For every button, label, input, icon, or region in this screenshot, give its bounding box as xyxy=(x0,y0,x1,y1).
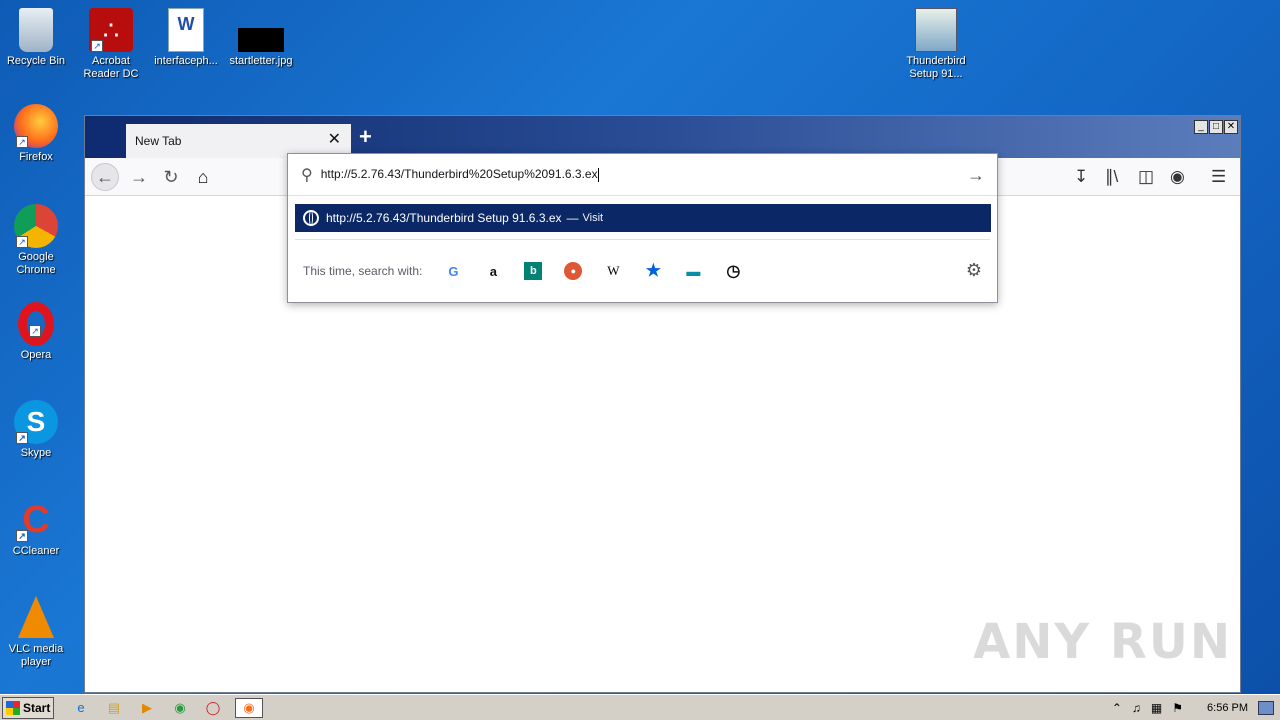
new-tab-button[interactable]: + xyxy=(359,126,372,148)
system-tray: ⌃ ♫ ▦ ⚑ 6:56 PM xyxy=(1112,695,1280,720)
forward-button[interactable]: → xyxy=(125,163,153,191)
bing-icon[interactable]: b xyxy=(524,262,543,280)
ccleaner-icon: C ↗ xyxy=(14,498,58,542)
clock[interactable]: 6:56 PM xyxy=(1207,702,1248,714)
arrow-right-icon: → xyxy=(130,166,148,187)
url-suggestion[interactable]: http://5.2.76.43/Thunderbird Setup 91.6.… xyxy=(295,204,991,232)
desktop-icon-label: Firefox xyxy=(19,151,53,163)
search-with-label: This time, search with: xyxy=(303,264,423,278)
duckduckgo-icon[interactable]: ● xyxy=(564,262,583,280)
vlc-icon xyxy=(18,596,54,638)
volume-icon[interactable]: ♫ xyxy=(1132,701,1141,715)
urlbar-popup: ⚲ http://5.2.76.43/Thunderbird%20Setup%2… xyxy=(287,153,998,303)
windows-logo-icon xyxy=(6,700,20,715)
text-caret xyxy=(597,167,599,182)
desktop-icon-recycle-bin[interactable]: Recycle Bin xyxy=(0,8,72,68)
library-icon[interactable]: ∥\ xyxy=(1105,167,1118,187)
menu-icon[interactable]: ☰ xyxy=(1211,167,1226,187)
window-controls: _ □ ✕ xyxy=(1194,120,1238,134)
desktop-icon-word-doc[interactable]: W interfaceph... xyxy=(150,8,222,68)
skype-icon: S ↗ xyxy=(14,400,58,444)
minimize-icon[interactable]: _ xyxy=(1194,120,1208,134)
account-icon[interactable]: ◉ xyxy=(1170,167,1185,187)
divider xyxy=(295,239,990,240)
chrome-taskbar-icon[interactable]: ◉ xyxy=(169,698,191,718)
tray-expand-icon[interactable]: ⌃ xyxy=(1112,701,1122,715)
globe-icon xyxy=(303,210,319,226)
suggestion-separator: — xyxy=(566,211,579,225)
start-label: Start xyxy=(23,700,51,715)
desktop-icon-skype[interactable]: S ↗ Skype xyxy=(0,400,72,460)
suggestion-action: Visit xyxy=(582,212,604,224)
ie-icon[interactable]: e xyxy=(70,698,92,718)
word-document-icon: W xyxy=(168,8,204,52)
maximize-icon[interactable]: □ xyxy=(1209,120,1223,134)
opera-icon: ↗ xyxy=(18,302,54,346)
suggestion-url: http://5.2.76.43/Thunderbird Setup 91.6.… xyxy=(326,211,562,225)
desktop-icon-label: Opera xyxy=(20,349,52,361)
start-button[interactable]: Start xyxy=(2,696,54,719)
back-button[interactable]: ← xyxy=(91,163,119,191)
installer-icon xyxy=(915,8,957,52)
go-arrow-icon[interactable]: → xyxy=(967,165,985,186)
desktop-icon-label: CCleaner xyxy=(12,545,60,557)
history-icon[interactable]: ◷ xyxy=(724,262,742,280)
taskbar: Start e ▤ ▶ ◉ ◯ ◉ ⌃ ♫ ▦ ⚑ 6:56 PM xyxy=(0,694,1280,720)
home-icon: ⌂ xyxy=(197,166,209,187)
url-text: http://5.2.76.43/Thunderbird%20Setup%209… xyxy=(320,167,598,182)
downloads-icon[interactable]: ↧ xyxy=(1074,167,1088,187)
desktop-icon-label: Recycle Bin xyxy=(6,55,66,67)
tabs-icon[interactable]: ▬ xyxy=(684,262,702,280)
bookmarks-icon[interactable]: ★ xyxy=(644,261,662,280)
firefox-icon: ↗ xyxy=(14,104,58,148)
url-input[interactable]: ⚲ http://5.2.76.43/Thunderbird%20Setup%2… xyxy=(288,154,997,196)
reload-icon: ↻ xyxy=(163,166,179,187)
desktop-icon-opera[interactable]: ↗ Opera xyxy=(0,302,72,362)
tab-title: New Tab xyxy=(135,134,182,148)
desktop-icon-label: Skype xyxy=(20,447,52,459)
network-icon[interactable]: ▦ xyxy=(1151,701,1162,715)
desktop-icon-label: VLC media player xyxy=(8,643,64,668)
desktop-icon-label: startletter.jpg xyxy=(229,55,293,67)
search-icon: ⚲ xyxy=(301,166,313,184)
desktop-icon-label: Thunderbird Setup 91... xyxy=(906,55,966,80)
recycle-bin-icon xyxy=(19,8,53,52)
desktop-icon-startletter[interactable]: startletter.jpg xyxy=(225,8,297,68)
one-off-search-engines: This time, search with: G a b ● W ★ ▬ ◷ … xyxy=(303,259,982,283)
sidebar-icon[interactable]: ◫ xyxy=(1138,167,1154,187)
acrobat-icon: ∴ ↗ xyxy=(89,8,133,52)
desktop-icon-label: interfaceph... xyxy=(154,55,218,67)
media-player-icon[interactable]: ▶ xyxy=(136,698,158,718)
amazon-icon[interactable]: a xyxy=(484,262,502,280)
wikipedia-icon[interactable]: W xyxy=(604,262,622,280)
google-icon[interactable]: G xyxy=(444,262,462,280)
desktop-icon-firefox[interactable]: ↗ Firefox xyxy=(0,104,72,164)
image-file-icon xyxy=(238,28,284,52)
tab-close-icon[interactable]: ✕ xyxy=(328,132,341,148)
tab-overflow-tile xyxy=(87,118,125,156)
window-titlebar: New Tab ✕ + _ □ ✕ xyxy=(85,116,1240,158)
close-icon[interactable]: ✕ xyxy=(1224,120,1238,134)
desktop-icon-vlc[interactable]: VLC media player xyxy=(0,596,72,669)
desktop-icon-acrobat[interactable]: ∴ ↗ Acrobat Reader DC xyxy=(75,8,147,81)
show-desktop-icon[interactable] xyxy=(1258,701,1274,715)
firefox-taskbar-icon[interactable]: ◉ xyxy=(235,697,263,718)
explorer-icon[interactable]: ▤ xyxy=(103,698,125,718)
desktop-icon-ccleaner[interactable]: C ↗ CCleaner xyxy=(0,498,72,558)
desktop-icon-chrome[interactable]: ↗ Google Chrome xyxy=(0,204,72,277)
desktop-icon-label: Google Chrome xyxy=(16,251,56,276)
watermark: ANY RUN xyxy=(973,614,1232,670)
chrome-icon: ↗ xyxy=(14,204,58,248)
desktop-icon-label: Acrobat Reader DC xyxy=(83,55,139,80)
home-button[interactable]: ⌂ xyxy=(189,163,217,191)
arrow-left-icon: ← xyxy=(96,166,114,187)
flag-icon[interactable]: ⚑ xyxy=(1172,701,1183,715)
opera-taskbar-icon[interactable]: ◯ xyxy=(202,698,224,718)
desktop-icon-thunderbird-setup[interactable]: Thunderbird Setup 91... xyxy=(900,8,972,81)
gear-icon[interactable]: ⚙ xyxy=(966,260,982,281)
reload-button[interactable]: ↻ xyxy=(157,163,185,191)
